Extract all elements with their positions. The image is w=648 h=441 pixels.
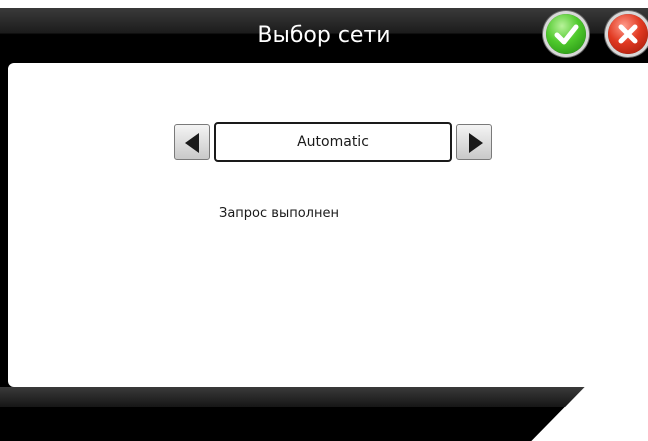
screen: Выбор сети Automatic Запрос выполнен (0, 0, 648, 441)
corner-white-wedge (532, 322, 648, 441)
corner-decoration (532, 322, 648, 441)
